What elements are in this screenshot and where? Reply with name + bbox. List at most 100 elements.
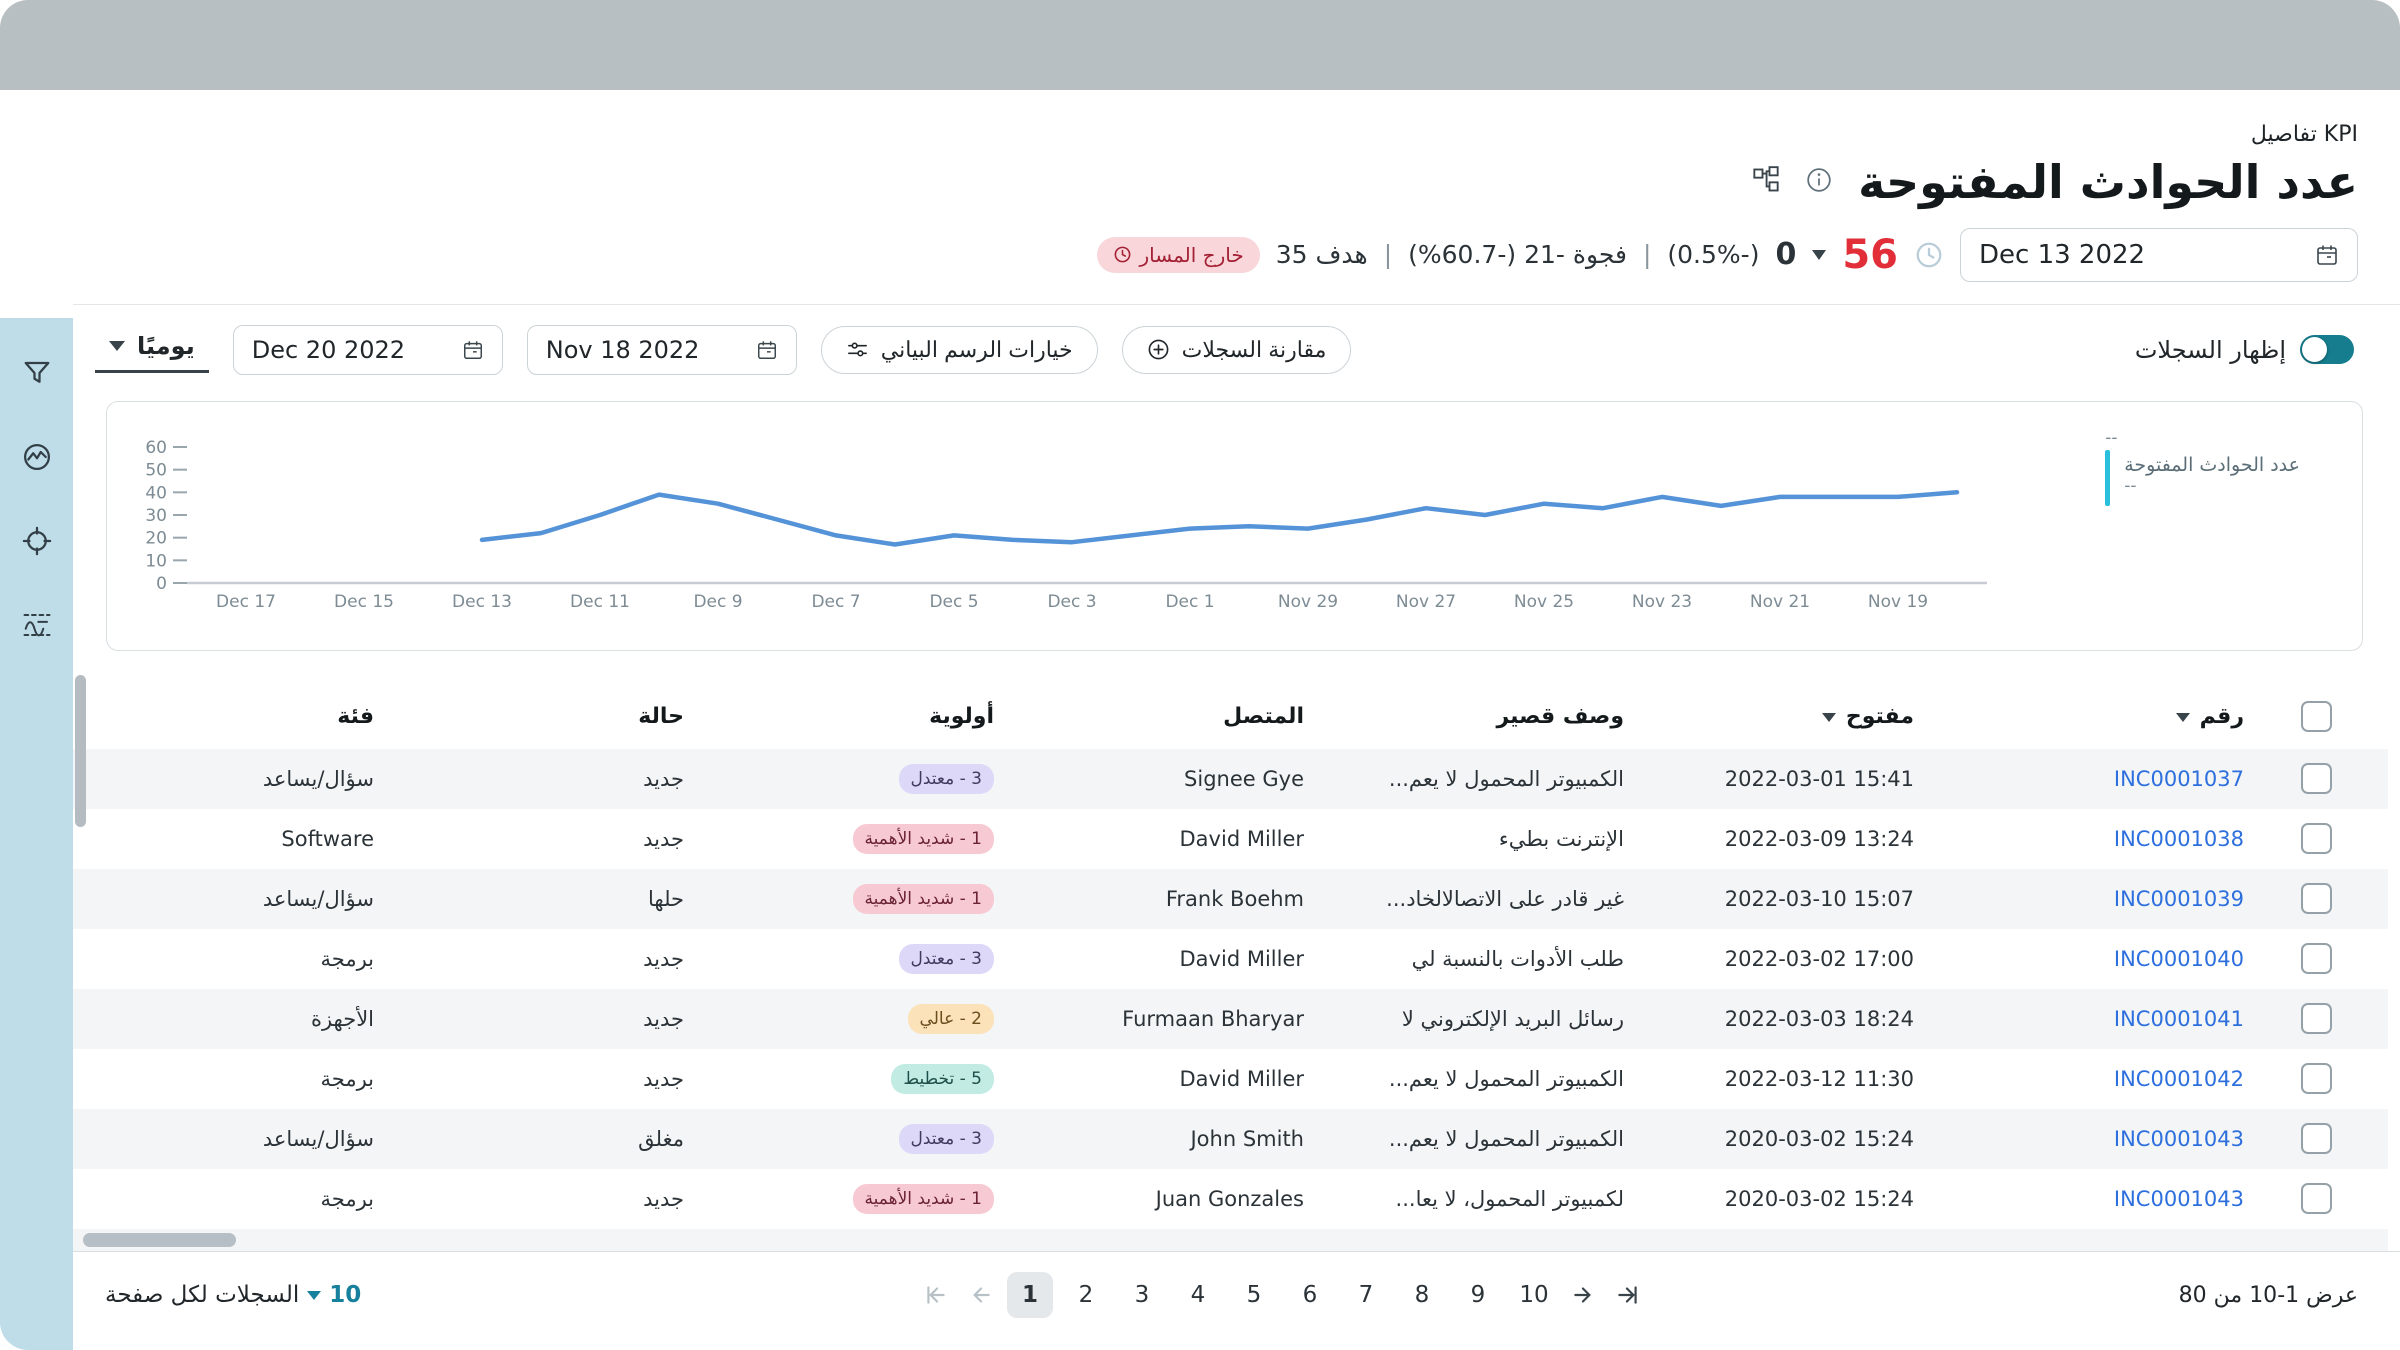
threshold-icon[interactable] [22,610,52,640]
page-header: تفاصيل KPI عدد الحوادث المفتوحة Dec 13 2… [73,90,2400,305]
last-page-icon[interactable] [1611,1278,1645,1312]
frequency-dropdown[interactable]: يوميًا [95,326,209,373]
incident-link[interactable]: INC0001037 [2114,767,2244,791]
records-per-page-control: 10 السجلات لكل صفحة [105,1282,385,1308]
row-checkbox[interactable] [2301,823,2332,854]
horizontal-scrollbar[interactable] [83,1233,236,1247]
priority-badge: 3 - معتدل [899,944,994,974]
svg-text:Nov 21: Nov 21 [1750,592,1810,612]
page-button[interactable]: 6 [1287,1272,1333,1318]
priority-badge: 1 - شديد الأهمية [853,1184,994,1214]
page-button[interactable]: 9 [1455,1272,1501,1318]
breakdown-hierarchy-icon[interactable] [1752,166,1780,198]
legend-target-dashes: -- [2105,428,2300,448]
incident-link[interactable]: INC0001042 [2114,1067,2244,1091]
table-row[interactable]: INC00010412022-03-03 18:24رسائل البريد ا… [73,989,2388,1049]
chevron-down-icon[interactable] [307,1291,321,1300]
incident-link[interactable]: INC0001043 [2114,1187,2244,1211]
date-range-start-input[interactable]: Dec 20 2022 [233,325,503,375]
page-title: عدد الحوادث المفتوحة [1858,157,2358,208]
priority-badge: 5 - تخطيط [891,1064,994,1094]
table-row[interactable]: INC00010432020-03-02 15:24لكمبيوتر المحم… [73,1169,2388,1229]
legend-series-name[interactable]: عدد الحوادث المفتوحة [2124,450,2300,476]
info-icon[interactable] [1806,167,1832,197]
category-cell: برمجة [73,1049,418,1109]
column-header-opened[interactable]: مفتوح [1668,685,1958,749]
caller-cell: John Smith [1190,1127,1304,1151]
row-checkbox[interactable] [2301,1063,2332,1094]
category-cell: برمجة [73,1169,418,1229]
priority-badge: 3 - معتدل [899,764,994,794]
separator: | [1384,240,1392,269]
table-row[interactable]: INC00010382022-03-09 13:24الإنترنت بطيءD… [73,809,2388,869]
calendar-icon [2315,243,2339,267]
compare-records-button[interactable]: مقارنة السجلات [1122,326,1352,374]
page-button[interactable]: 1 [1007,1272,1053,1318]
svg-text:50: 50 [145,460,167,480]
incident-link[interactable]: INC0001041 [2114,1007,2244,1031]
category-cell: سؤال/يساعد [73,749,418,809]
previous-page-icon[interactable] [963,1278,997,1312]
table-row[interactable]: INC00010392022-03-10 15:07غير قادر على ا… [73,869,2388,929]
table-row[interactable]: INC00010372022-03-01 15:41الكمبيوتر المح… [73,749,2388,809]
row-checkbox[interactable] [2301,1123,2332,1154]
table-row[interactable]: INC00010432020-03-02 15:24الكمبيوتر المح… [73,1109,2388,1169]
showing-range-label: عرض 1-10 من 80 [2179,1283,2358,1308]
next-page-icon[interactable] [1567,1278,1601,1312]
kpi-gap: فجوة -21 (-60.7%) [1408,240,1627,269]
status-badge-label: خارج المسار [1140,243,1244,267]
caller-cell: David Miller [1180,947,1304,971]
description-cell: طلب الأدوات بالنسبة لي [1348,929,1668,989]
kpi-line-chart[interactable]: 0102030405060Dec 17Dec 15Dec 13Dec 11Dec… [107,402,2067,648]
per-page-value[interactable]: 10 [329,1282,361,1308]
vertical-scrollbar[interactable] [75,675,86,827]
column-header-state[interactable]: حالة [418,685,728,749]
table-row[interactable]: INC00010402022-03-02 17:00طلب الأدوات با… [73,929,2388,989]
description-cell: الكمبيوتر المحمول لا يعم... [1348,1049,1668,1109]
incident-link[interactable]: INC0001043 [2114,1127,2244,1151]
page-button[interactable]: 5 [1231,1272,1277,1318]
priority-badge: 3 - معتدل [899,1124,994,1154]
column-header-number[interactable]: رقم [1958,685,2288,749]
filter-icon[interactable] [22,358,52,388]
incident-link[interactable]: INC0001039 [2114,887,2244,911]
page-button[interactable]: 3 [1119,1272,1165,1318]
page-button[interactable]: 10 [1511,1272,1557,1318]
svg-text:Nov 25: Nov 25 [1514,592,1574,612]
kpi-date-input[interactable]: Dec 13 2022 [1960,228,2358,282]
opened-cell: 2022-03-03 18:24 [1725,1007,1914,1031]
target-icon[interactable] [22,526,52,556]
svg-text:Nov 23: Nov 23 [1632,592,1692,612]
first-page-icon[interactable] [919,1278,953,1312]
column-header-caller[interactable]: المتصل [1038,685,1348,749]
column-header-category[interactable]: فئة [73,685,418,749]
table-row[interactable]: INC00010422022-03-12 11:30الكمبيوتر المح… [73,1049,2388,1109]
caller-cell: Juan Gonzales [1156,1187,1304,1211]
chart-legend: -- عدد الحوادث المفتوحة -- [2105,428,2300,506]
date-range-end-input[interactable]: Nov 18 2022 [527,325,797,375]
category-cell: الأجهزة [73,989,418,1049]
row-checkbox[interactable] [2301,883,2332,914]
chart-options-button[interactable]: خيارات الرسم البياني [821,326,1098,374]
row-checkbox[interactable] [2301,1183,2332,1214]
show-records-toggle[interactable] [2300,335,2354,364]
select-all-checkbox[interactable] [2301,701,2332,732]
trend-icon[interactable] [22,442,52,472]
page-button[interactable]: 2 [1063,1272,1109,1318]
incident-link[interactable]: INC0001038 [2114,827,2244,851]
incident-link[interactable]: INC0001040 [2114,947,2244,971]
page-button[interactable]: 4 [1175,1272,1221,1318]
column-header-priority[interactable]: أولوية [728,685,1038,749]
svg-text:Nov 27: Nov 27 [1396,592,1456,612]
page-button[interactable]: 7 [1343,1272,1389,1318]
row-checkbox[interactable] [2301,943,2332,974]
sliders-icon [846,338,869,361]
realtime-clock-icon[interactable] [1914,240,1944,270]
column-header-description[interactable]: وصف قصير [1348,685,1668,749]
description-cell: الكمبيوتر المحمول لا يعم... [1348,749,1668,809]
page-button[interactable]: 8 [1399,1272,1445,1318]
breadcrumb: تفاصيل KPI [93,122,2358,147]
row-checkbox[interactable] [2301,763,2332,794]
row-checkbox[interactable] [2301,1003,2332,1034]
table-header-row: رقم مفتوح وصف قصير المتصل أولوية حالة فئ… [73,685,2388,749]
